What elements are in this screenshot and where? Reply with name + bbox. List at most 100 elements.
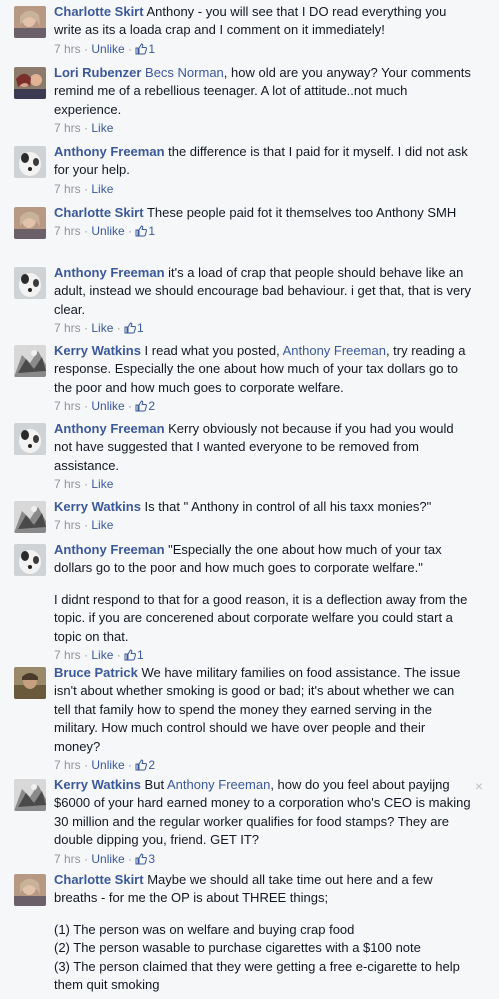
timestamp[interactable]: 7 hrs: [54, 182, 81, 196]
timestamp[interactable]: 7 hrs: [54, 42, 81, 56]
comment-author[interactable]: Anthony Freeman: [54, 144, 165, 159]
comment-text: Kerry Watkins Is that " Anthony in contr…: [54, 498, 474, 516]
like-count[interactable]: 1: [124, 648, 144, 662]
separator: ·: [80, 648, 92, 663]
comment-author[interactable]: Kerry Watkins: [54, 499, 141, 514]
timestamp[interactable]: 7 hrs: [54, 518, 81, 532]
like-count[interactable]: 2: [135, 399, 155, 413]
thumbs-up-icon: [135, 759, 148, 771]
separator: ·: [80, 121, 92, 136]
comment-text: Bruce Patrick We have military families …: [54, 664, 474, 756]
comment-text: Charlotte Skirt Anthony - you will see t…: [54, 3, 474, 40]
separator: ·: [124, 851, 136, 866]
like-button[interactable]: Like: [91, 182, 113, 196]
comment-text: Kerry Watkins But Anthony Freeman, how d…: [54, 776, 474, 850]
avatar[interactable]: [14, 874, 46, 906]
comment-author[interactable]: Anthony Freeman: [54, 421, 165, 436]
avatar[interactable]: [14, 267, 46, 299]
thumbs-up-icon: [124, 322, 137, 334]
separator: ·: [80, 224, 92, 239]
unlike-button[interactable]: Unlike: [91, 42, 124, 56]
avatar[interactable]: [14, 501, 46, 533]
unlike-button[interactable]: Unlike: [91, 852, 124, 866]
comment-meta: 7 hrs · Like: [54, 517, 474, 533]
timestamp[interactable]: 7 hrs: [54, 224, 81, 238]
comment-author[interactable]: Kerry Watkins: [54, 343, 141, 358]
comment-author[interactable]: Charlotte Skirt: [54, 4, 144, 19]
comment-body: Kerry Watkins But Anthony Freeman, how d…: [54, 776, 474, 867]
thumbs-up-icon: [124, 649, 137, 661]
mention-link[interactable]: Anthony Freeman: [167, 777, 270, 792]
separator: ·: [80, 399, 92, 414]
like-button[interactable]: Like: [91, 648, 113, 662]
avatar[interactable]: [14, 207, 46, 239]
timestamp[interactable]: 7 hrs: [54, 852, 81, 866]
comment-text: Charlotte Skirt These people paid fot it…: [54, 204, 474, 222]
like-count-number: 1: [137, 648, 144, 663]
comment-body: Lori Rubenzer Becs Norman, how old are y…: [54, 64, 474, 136]
list-item: (1) The person was on welfare and buying…: [54, 921, 355, 937]
comment-meta: 7 hrs · Like: [54, 181, 474, 197]
comment-author[interactable]: Anthony Freeman: [54, 265, 165, 280]
timestamp[interactable]: 7 hrs: [54, 758, 81, 772]
mention-link[interactable]: Becs Norman: [145, 65, 224, 80]
like-count[interactable]: 1: [135, 224, 155, 238]
avatar[interactable]: [14, 67, 46, 99]
comment-paragraph: I didnt respond to that for a good reaso…: [54, 591, 468, 644]
comment-author[interactable]: Charlotte Skirt: [54, 872, 144, 887]
timestamp[interactable]: 7 hrs: [54, 477, 81, 491]
comment-body: Charlotte Skirt These people paid fot it…: [54, 204, 474, 239]
separator: ·: [80, 477, 92, 492]
avatar[interactable]: [14, 423, 46, 455]
avatar[interactable]: [14, 6, 46, 38]
separator: ·: [80, 851, 92, 866]
comment-message: But: [140, 777, 167, 792]
comment-body: Anthony Freeman the difference is that I…: [54, 143, 474, 197]
avatar[interactable]: [14, 667, 46, 699]
comment-meta: 7 hrs · Unlike · 1: [54, 223, 474, 239]
comment-author[interactable]: Kerry Watkins: [54, 777, 141, 792]
unlike-button[interactable]: Unlike: [91, 224, 124, 238]
like-button[interactable]: Like: [91, 518, 113, 532]
like-button[interactable]: Like: [91, 121, 113, 135]
like-count-number: 1: [148, 41, 156, 56]
comment-meta: 7 hrs · Like: [54, 476, 474, 492]
avatar[interactable]: [14, 345, 46, 377]
timestamp[interactable]: 7 hrs: [54, 121, 81, 135]
unlike-button[interactable]: Unlike: [91, 399, 124, 413]
comment-author[interactable]: Bruce Patrick: [54, 665, 138, 680]
like-button[interactable]: Like: [91, 321, 113, 335]
comment-author[interactable]: Lori Rubenzer: [54, 65, 141, 80]
separator: ·: [124, 224, 136, 239]
separator: ·: [113, 321, 125, 336]
timestamp[interactable]: 7 hrs: [54, 648, 81, 662]
comment-meta: 7 hrs · Like · 1: [54, 647, 474, 663]
unlike-button[interactable]: Unlike: [91, 758, 124, 772]
like-count[interactable]: 2: [135, 758, 155, 772]
comment-meta: 7 hrs · Like: [54, 120, 474, 136]
like-count-number: 1: [137, 321, 144, 336]
separator: ·: [80, 518, 92, 533]
close-icon[interactable]: ×: [475, 779, 483, 793]
thumbs-up-icon: [135, 853, 148, 865]
timestamp[interactable]: 7 hrs: [54, 399, 81, 413]
comment-text: Anthony Freeman Kerry obviously not beca…: [54, 420, 474, 475]
avatar[interactable]: [14, 779, 46, 811]
mention-link[interactable]: Anthony Freeman: [283, 343, 386, 358]
like-count[interactable]: 1: [135, 42, 155, 56]
timestamp[interactable]: 7 hrs: [54, 321, 81, 335]
like-button[interactable]: Like: [91, 477, 113, 491]
separator: ·: [80, 758, 92, 773]
comment-text: Anthony Freeman the difference is that I…: [54, 143, 474, 180]
comment-text: Lori Rubenzer Becs Norman, how old are y…: [54, 64, 474, 119]
like-count[interactable]: 1: [124, 321, 144, 335]
thumbs-up-icon: [135, 225, 148, 237]
avatar[interactable]: [14, 544, 46, 576]
separator: ·: [80, 181, 92, 196]
comment-author[interactable]: Anthony Freeman: [54, 542, 165, 557]
comment-body: Charlotte Skirt Maybe we should all take…: [54, 871, 474, 994]
avatar[interactable]: [14, 146, 46, 178]
comment-author[interactable]: Charlotte Skirt: [54, 205, 144, 220]
like-count[interactable]: 3: [135, 852, 155, 866]
comment-body: Anthony Freeman it's a load of crap that…: [54, 264, 474, 336]
